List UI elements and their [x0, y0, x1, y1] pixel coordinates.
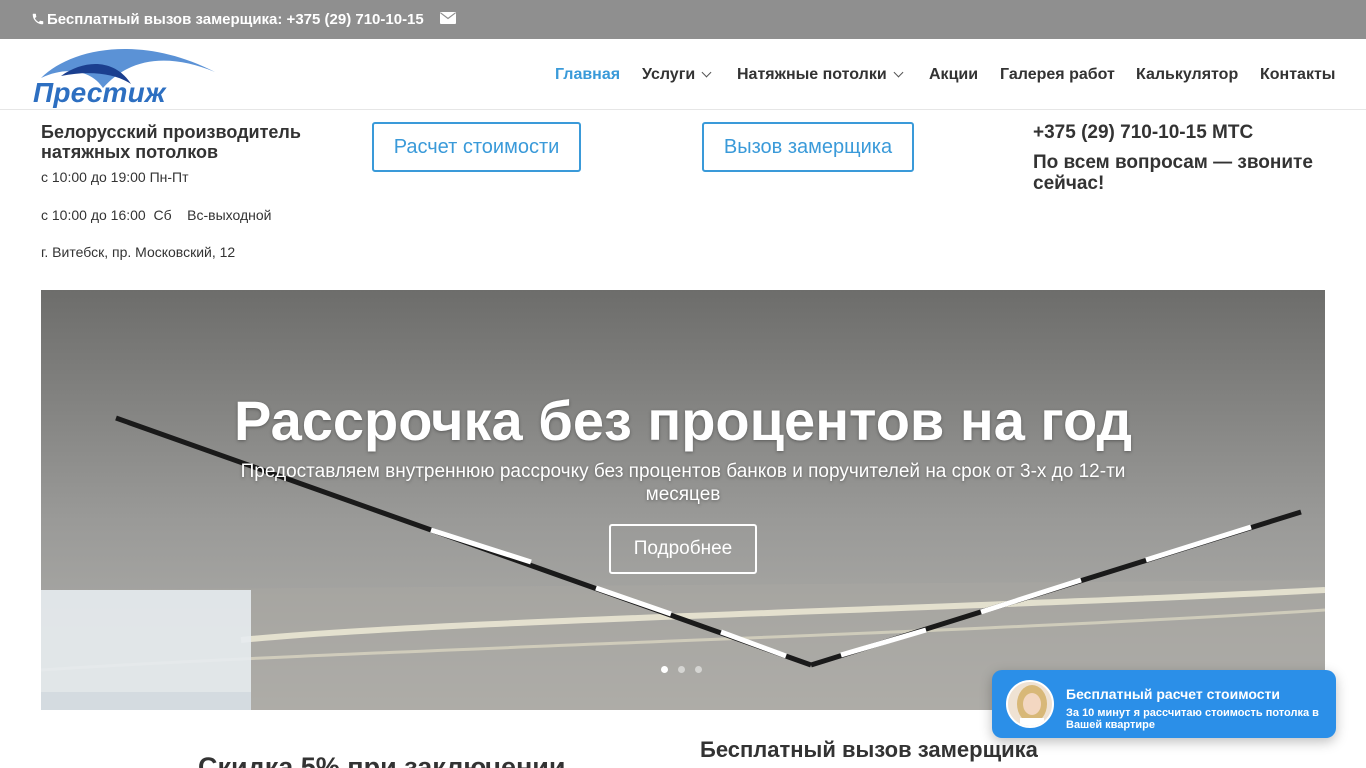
- slider-dot-2[interactable]: [678, 666, 685, 673]
- free-estimate-widget[interactable]: Бесплатный расчет стоимости За 10 минут …: [992, 670, 1336, 738]
- topbar-phone-text[interactable]: Бесплатный вызов замерщика: +375 (29) 71…: [47, 11, 424, 28]
- working-hours-weekdays: с 10:00 до 19:00 Пн-Пт: [41, 169, 189, 185]
- nav-item-home[interactable]: Главная: [555, 66, 620, 84]
- call-measurer-button[interactable]: Вызов замерщика: [702, 122, 914, 172]
- chevron-down-icon: [701, 67, 712, 78]
- nav-item-services-label: Услуги: [642, 66, 696, 83]
- main-nav: Главная Услуги Натяжные потолки Акции Га…: [0, 66, 1366, 86]
- mail-icon[interactable]: [440, 12, 456, 24]
- top-bar: Бесплатный вызов замерщика: +375 (29) 71…: [0, 0, 1366, 39]
- nav-item-services[interactable]: Услуги: [642, 66, 712, 84]
- slide-description: Предоставляем внутреннюю рассрочку без п…: [240, 461, 1126, 505]
- company-address: г. Витебск, пр. Московский, 12: [41, 244, 236, 260]
- nav-item-gallery[interactable]: Галерея работ: [1000, 66, 1115, 84]
- discount-heading: Скидка 5% при заключении: [198, 752, 566, 768]
- nav-item-ceilings-label: Натяжные потолки: [737, 66, 887, 83]
- nav-item-ceilings[interactable]: Натяжные потолки: [737, 66, 904, 84]
- slider-pagination: [661, 666, 711, 674]
- nav-item-contacts[interactable]: Контакты: [1260, 66, 1335, 84]
- slider-dot-3[interactable]: [695, 666, 702, 673]
- slider-dot-1[interactable]: [661, 666, 668, 673]
- hero-slider: Рассрочка без процентов на год Предостав…: [41, 290, 1325, 710]
- slide-title: Рассрочка без процентов на год: [233, 389, 1133, 452]
- nav-item-calculator[interactable]: Калькулятор: [1136, 66, 1238, 84]
- chevron-down-icon: [893, 67, 904, 78]
- widget-title: Бесплатный расчет стоимости: [1066, 686, 1280, 702]
- call-to-action-text: По всем вопросам — звоните сейчас!: [1033, 152, 1313, 194]
- site-header: Престиж Главная Услуги Натяжные потолки …: [0, 39, 1366, 110]
- consultant-avatar: [1006, 680, 1054, 728]
- phone-icon: [32, 13, 44, 25]
- working-hours-weekend: с 10:00 до 16:00 Сб Вс-выходной: [41, 207, 272, 223]
- calculate-cost-button[interactable]: Расчет стоимости: [372, 122, 581, 172]
- company-tagline: Белорусский производитель натяжных потол…: [41, 122, 301, 162]
- widget-subtitle: За 10 минут я рассчитаю стоимость потолк…: [1066, 707, 1319, 731]
- slide-more-button[interactable]: Подробнее: [609, 524, 757, 574]
- header-phone[interactable]: +375 (29) 710-10-15 МТС: [1033, 122, 1253, 144]
- free-measurer-heading: Бесплатный вызов замерщика: [700, 737, 1038, 762]
- nav-item-promotions[interactable]: Акции: [929, 66, 978, 84]
